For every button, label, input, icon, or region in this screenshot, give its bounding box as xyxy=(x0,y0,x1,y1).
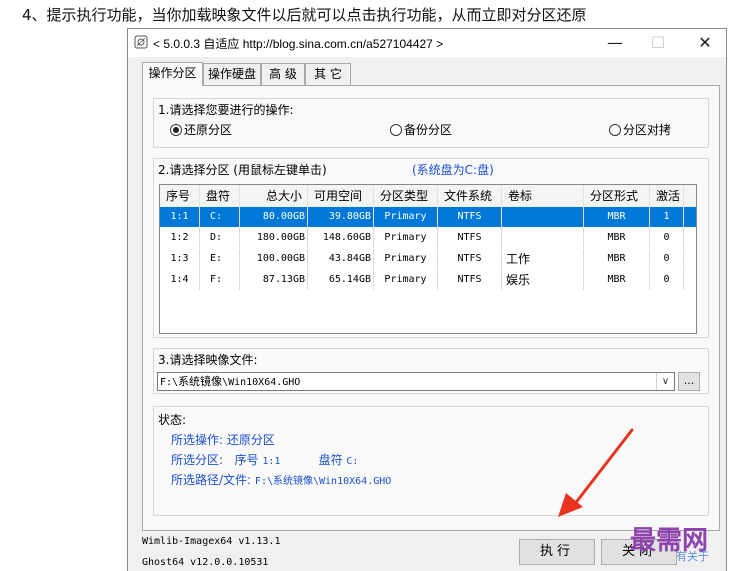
image-file-value: F:\系统镜像\Win10X64.GHO xyxy=(160,375,301,388)
status-path: 所选路径/文件: F:\系统镜像\Win10X64.GHO xyxy=(171,473,392,487)
tab-partition-ops[interactable]: 操作分区 xyxy=(142,62,203,86)
table-cell: Primary xyxy=(374,207,438,227)
table-cell: D: xyxy=(200,228,240,248)
table-cell: Primary xyxy=(374,270,438,290)
image-file-group: 3.请选择映像文件: F:\系统镜像\Win10X64.GHO ∨ ... xyxy=(153,348,709,394)
image-file-label: 3.请选择映像文件: xyxy=(158,351,258,368)
radio-clone[interactable]: 分区对拷 xyxy=(609,121,671,138)
radio-unchecked-icon xyxy=(609,124,621,136)
radio-restore-label: 还原分区 xyxy=(184,123,233,137)
table-row[interactable]: 1:4 F: 87.13GB 65.14GB Primary NTFS 娱乐 MBR 0 xyxy=(160,270,696,290)
status-operation: 所选操作: 还原分区 xyxy=(171,433,275,447)
column-header[interactable]: 文件系统 xyxy=(438,185,502,207)
chevron-down-icon[interactable]: ∨ xyxy=(656,373,674,390)
table-cell: 1 xyxy=(650,207,684,227)
browse-button[interactable]: ... xyxy=(678,372,700,391)
table-row[interactable]: 1:3 E: 100.00GB 43.84GB Primary NTFS 工作 MBR 0 xyxy=(160,249,696,269)
radio-backup-label: 备份分区 xyxy=(404,123,453,137)
partition-hint: (系统盘为C:盘) xyxy=(412,163,494,177)
table-cell: 180.00GB xyxy=(240,228,308,248)
window-title: < 5.0.0.3 自适应 http://blog.sina.com.cn/a5… xyxy=(153,37,444,51)
ghost-version: Ghost64 v12.0.0.10531 xyxy=(142,557,269,568)
radio-clone-label: 分区对拷 xyxy=(623,123,672,137)
list-scroll-corner xyxy=(684,185,696,207)
table-cell: C: xyxy=(200,207,240,227)
partition-list[interactable]: 序号 盘符 总大小 可用空间 分区类型 文件系统 卷标 分区形式 激活 1:1 C… xyxy=(159,184,697,334)
table-cell: 80.00GB xyxy=(240,207,308,227)
radio-unchecked-icon xyxy=(390,124,402,136)
tab-other[interactable]: 其 它 xyxy=(305,63,351,85)
table-cell: MBR xyxy=(584,207,650,227)
image-file-select[interactable]: F:\系统镜像\Win10X64.GHO ∨ xyxy=(157,372,675,391)
table-cell: 1:4 xyxy=(160,270,200,290)
table-cell: NTFS xyxy=(438,207,502,227)
close-window-button[interactable]: ✕ xyxy=(694,32,716,54)
table-cell: 148.60GB xyxy=(308,228,374,248)
table-cell: NTFS xyxy=(438,228,502,248)
tab-disk-ops[interactable]: 操作硬盘 xyxy=(203,63,261,85)
watermark-sub: 有关于 xyxy=(676,550,709,563)
table-cell: Primary xyxy=(374,228,438,248)
minimize-button[interactable]: — xyxy=(604,32,626,54)
table-cell: 工作 xyxy=(502,249,584,269)
operation-label: 1.请选择您要进行的操作: xyxy=(158,101,294,118)
column-header[interactable]: 激活 xyxy=(650,185,684,207)
table-cell: 0 xyxy=(650,228,684,248)
table-row[interactable]: 1:1 C: 80.00GB 39.80GB Primary NTFS MBR 1 xyxy=(160,207,696,227)
table-cell: 1:1 xyxy=(160,207,200,227)
operation-group: 1.请选择您要进行的操作: 还原分区 备份分区 分区对拷 xyxy=(153,98,709,148)
table-cell: 1:3 xyxy=(160,249,200,269)
table-cell: NTFS xyxy=(438,249,502,269)
column-header[interactable]: 序号 xyxy=(160,185,200,207)
tab-advanced[interactable]: 高 级 xyxy=(261,63,305,85)
column-header[interactable]: 可用空间 xyxy=(308,185,374,207)
document-heading: 4、提示执行功能，当你加载映象文件以后就可以点击执行功能，从而立即对分区还原 xyxy=(22,6,587,24)
table-cell: 100.00GB xyxy=(240,249,308,269)
table-cell: 43.84GB xyxy=(308,249,374,269)
column-header[interactable]: 卷标 xyxy=(502,185,584,207)
radio-backup[interactable]: 备份分区 xyxy=(390,121,452,138)
column-header[interactable]: 总大小 xyxy=(240,185,308,207)
execute-button[interactable]: 执行 xyxy=(519,539,595,565)
table-cell: 娱乐 xyxy=(502,270,584,290)
maximize-button: ☐ xyxy=(650,33,666,52)
app-logo-icon xyxy=(134,35,148,49)
table-cell: 87.13GB xyxy=(240,270,308,290)
status-partition: 所选分区: 序号 1:1 盘符 C: xyxy=(171,453,359,467)
column-header[interactable]: 分区类型 xyxy=(374,185,438,207)
table-cell: 39.80GB xyxy=(308,207,374,227)
table-cell: Primary xyxy=(374,249,438,269)
table-cell xyxy=(502,207,584,227)
column-header[interactable]: 盘符 xyxy=(200,185,240,207)
radio-checked-icon xyxy=(170,124,182,136)
table-cell: F: xyxy=(200,270,240,290)
table-cell: 1:2 xyxy=(160,228,200,248)
table-cell: 65.14GB xyxy=(308,270,374,290)
table-cell: MBR xyxy=(584,270,650,290)
partition-label: 2.请选择分区 (用鼠标左键单击) xyxy=(158,161,327,178)
status-label: 状态: xyxy=(158,413,187,427)
radio-restore[interactable]: 还原分区 xyxy=(170,121,232,138)
table-cell: 0 xyxy=(650,249,684,269)
partition-group: 2.请选择分区 (用鼠标左键单击) (系统盘为C:盘) 序号 盘符 总大小 可用… xyxy=(153,158,709,338)
table-cell: E: xyxy=(200,249,240,269)
table-cell: MBR xyxy=(584,228,650,248)
status-group: 状态: 所选操作: 还原分区 所选分区: 序号 1:1 盘符 C: 所选路径/文… xyxy=(153,406,709,516)
title-bar[interactable]: < 5.0.0.3 自适应 http://blog.sina.com.cn/a5… xyxy=(128,29,726,57)
table-row[interactable]: 1:2 D: 180.00GB 148.60GB Primary NTFS MBR 0 xyxy=(160,228,696,248)
table-cell xyxy=(502,228,584,248)
partition-list-header: 序号 盘符 总大小 可用空间 分区类型 文件系统 卷标 分区形式 激活 xyxy=(160,185,696,207)
table-cell: MBR xyxy=(584,249,650,269)
tab-panel: 1.请选择您要进行的操作: 还原分区 备份分区 分区对拷 2.请选择分区 (用鼠… xyxy=(142,85,720,531)
table-cell: NTFS xyxy=(438,270,502,290)
app-window: < 5.0.0.3 自适应 http://blog.sina.com.cn/a5… xyxy=(127,28,727,571)
table-cell: 0 xyxy=(650,270,684,290)
wimlib-version: Wimlib-Imagex64 v1.13.1 xyxy=(142,536,281,547)
column-header[interactable]: 分区形式 xyxy=(584,185,650,207)
